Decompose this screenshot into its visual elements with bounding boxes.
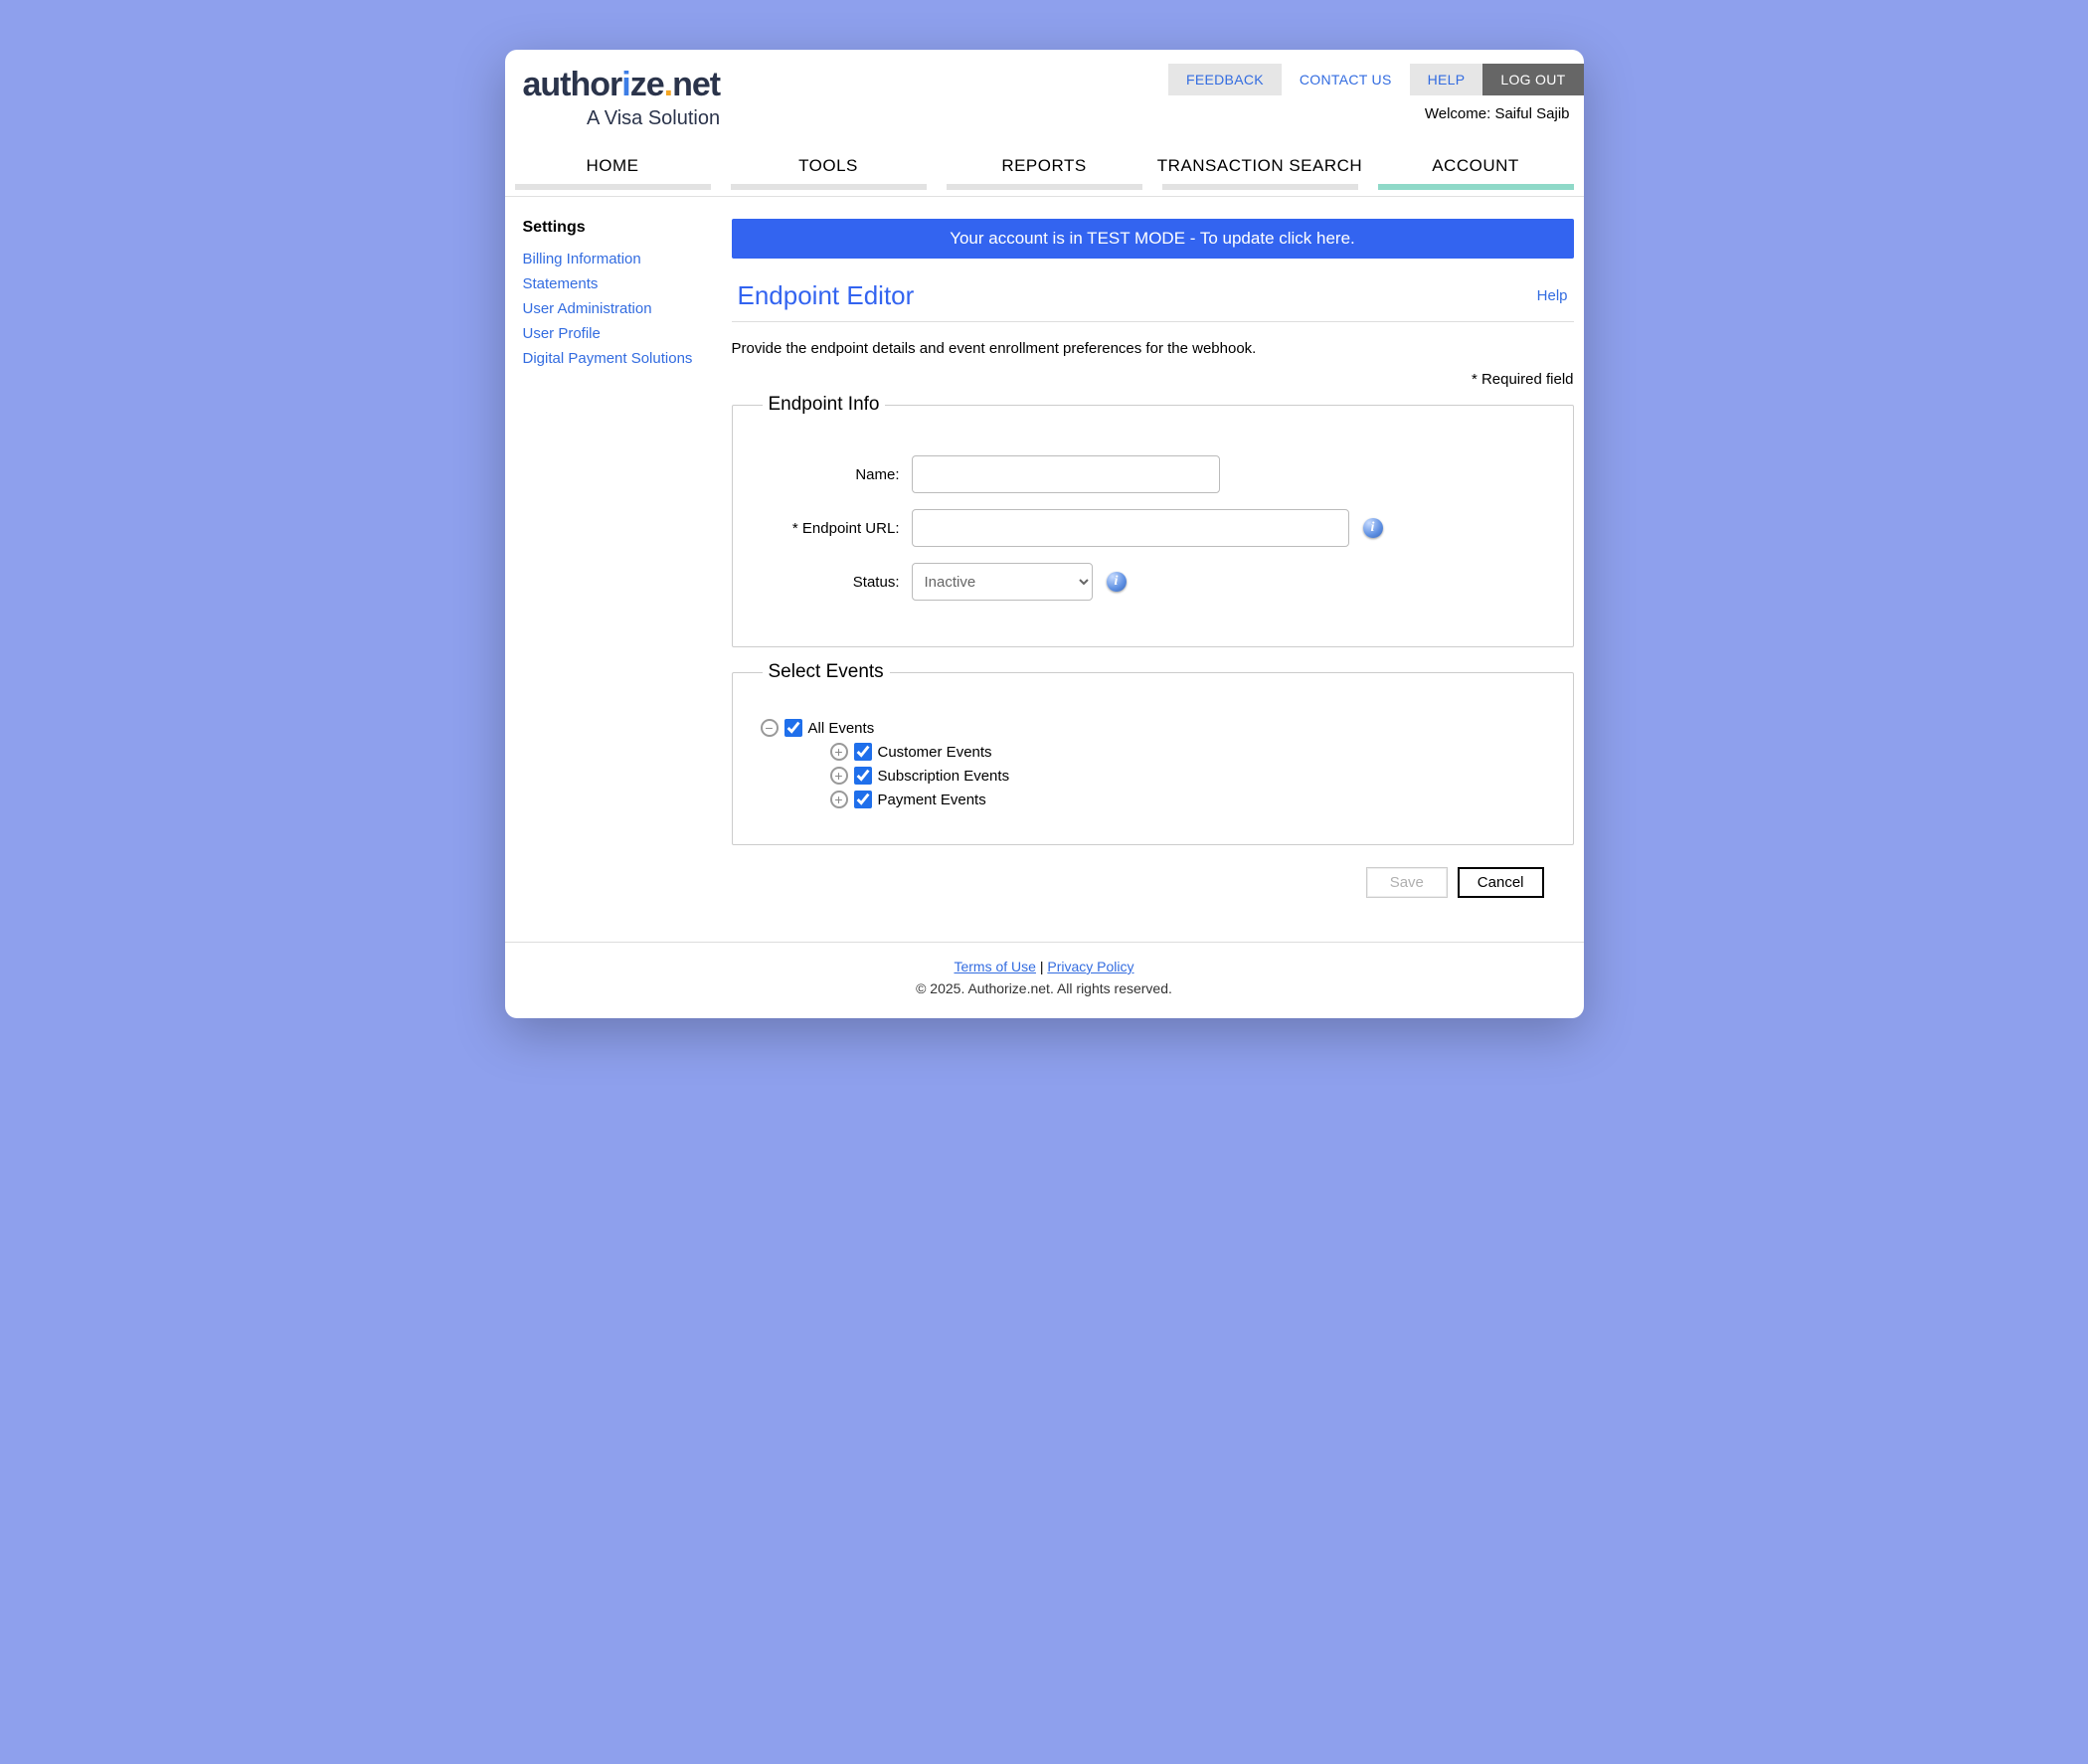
copyright-text: © 2025. Authorize.net. All rights reserv…	[505, 980, 1584, 996]
nav-transaction-search[interactable]: TRANSACTION SEARCH	[1152, 146, 1368, 196]
customer-events-checkbox[interactable]	[854, 743, 872, 761]
page-title: Endpoint Editor	[732, 280, 915, 311]
nav-tools[interactable]: TOOLS	[721, 146, 937, 196]
sidebar-item-user-profile[interactable]: User Profile	[523, 321, 722, 346]
status-label: Status:	[753, 574, 912, 591]
brand-logo: authorize.net A Visa Solution	[519, 64, 721, 130]
collapse-icon[interactable]: −	[761, 719, 779, 737]
save-button: Save	[1366, 867, 1448, 898]
name-input[interactable]	[912, 455, 1220, 493]
nav-account[interactable]: ACCOUNT	[1368, 146, 1584, 196]
welcome-text: Welcome: Saiful Sajib	[1425, 95, 1584, 122]
logout-button[interactable]: LOG OUT	[1482, 64, 1583, 95]
page-description: Provide the endpoint details and event e…	[732, 340, 1574, 357]
endpoint-url-label: * Endpoint URL:	[753, 520, 912, 537]
sidebar-heading: Settings	[523, 219, 722, 237]
nav-reports[interactable]: REPORTS	[937, 146, 1152, 196]
help-top-link[interactable]: HELP	[1410, 64, 1483, 95]
cancel-button[interactable]: Cancel	[1458, 867, 1544, 898]
expand-icon[interactable]: +	[830, 767, 848, 785]
info-icon[interactable]: i	[1107, 572, 1127, 592]
payment-events-label: Payment Events	[878, 792, 986, 808]
all-events-checkbox[interactable]	[784, 719, 802, 737]
contact-us-link[interactable]: CONTACT US	[1282, 64, 1410, 95]
expand-icon[interactable]: +	[830, 743, 848, 761]
select-events-fieldset: Select Events − All Events + Customer Ev…	[732, 661, 1574, 845]
sidebar-item-user-admin[interactable]: User Administration	[523, 296, 722, 321]
customer-events-label: Customer Events	[878, 744, 992, 761]
required-field-note: * Required field	[732, 371, 1574, 388]
terms-link[interactable]: Terms of Use	[954, 959, 1035, 974]
sidebar-item-billing[interactable]: Billing Information	[523, 247, 722, 271]
endpoint-info-legend: Endpoint Info	[763, 394, 886, 416]
feedback-link[interactable]: FEEDBACK	[1168, 64, 1282, 95]
payment-events-checkbox[interactable]	[854, 791, 872, 808]
endpoint-info-fieldset: Endpoint Info Name: * Endpoint URL: i St…	[732, 394, 1574, 647]
test-mode-banner[interactable]: Your account is in TEST MODE - To update…	[732, 219, 1574, 259]
status-select[interactable]: Inactive	[912, 563, 1093, 601]
page-help-link[interactable]: Help	[1537, 287, 1574, 304]
nav-home[interactable]: HOME	[505, 146, 721, 196]
name-label: Name:	[753, 466, 912, 483]
subscription-events-label: Subscription Events	[878, 768, 1010, 785]
subscription-events-checkbox[interactable]	[854, 767, 872, 785]
select-events-legend: Select Events	[763, 661, 890, 683]
info-icon[interactable]: i	[1363, 518, 1383, 538]
expand-icon[interactable]: +	[830, 791, 848, 808]
privacy-link[interactable]: Privacy Policy	[1047, 959, 1133, 974]
sidebar-item-statements[interactable]: Statements	[523, 271, 722, 296]
sidebar-item-digital-payment[interactable]: Digital Payment Solutions	[523, 346, 722, 371]
endpoint-url-input[interactable]	[912, 509, 1349, 547]
all-events-label: All Events	[808, 720, 875, 737]
